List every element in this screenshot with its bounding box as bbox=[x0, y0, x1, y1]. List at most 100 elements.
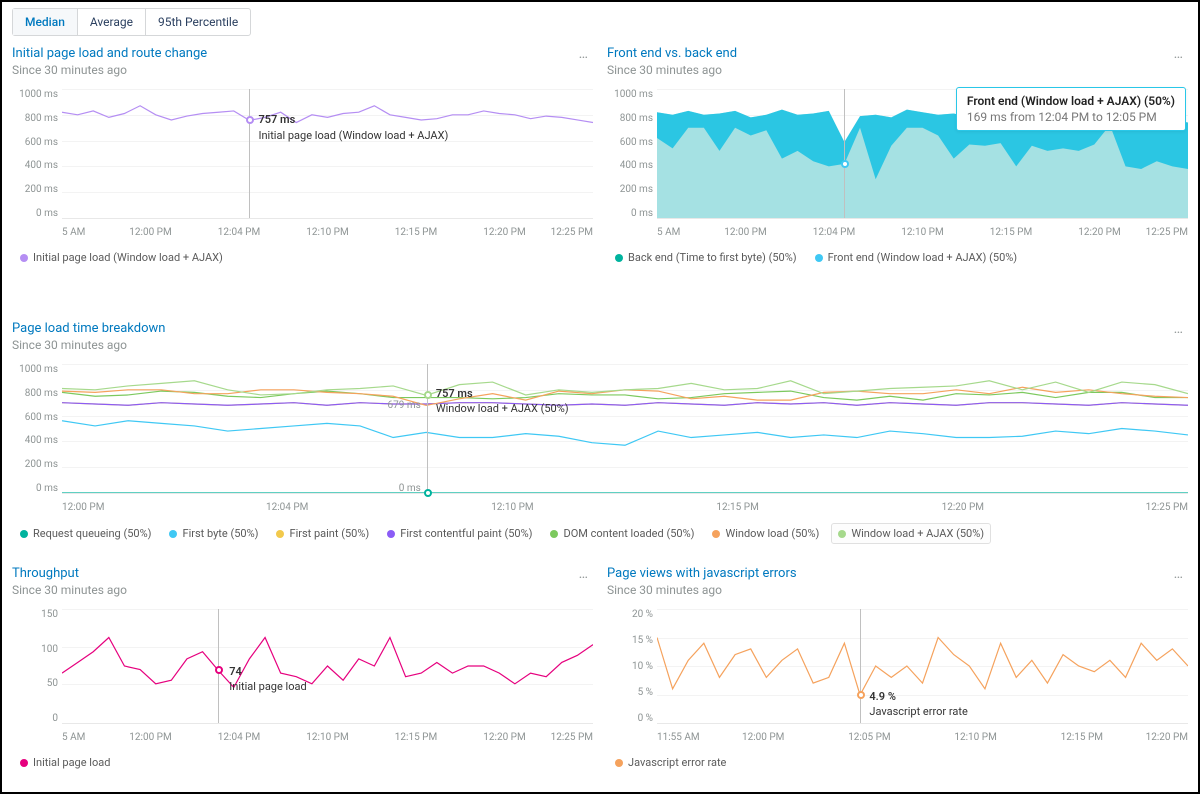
y-tick: 0 ms bbox=[12, 208, 58, 219]
x-tick: 12:04 PM bbox=[790, 227, 879, 238]
y-tick: 5 % bbox=[607, 687, 653, 698]
metric-tabs: Median Average 95th Percentile bbox=[12, 8, 251, 36]
legend-dot bbox=[615, 759, 623, 767]
zero-tick: 0 ms bbox=[399, 483, 427, 494]
panel-title[interactable]: Page views with javascript errors bbox=[607, 566, 797, 581]
panel-title[interactable]: Front end vs. back end bbox=[607, 46, 737, 61]
legend-item[interactable]: Initial page load (Window load + AJAX) bbox=[14, 248, 229, 267]
y-tick: 0 % bbox=[607, 713, 653, 724]
legend-item[interactable]: Initial page load bbox=[14, 753, 116, 772]
crosshair-desc: Initial page load bbox=[229, 680, 306, 693]
legend-label: Request queueing (50%) bbox=[33, 527, 151, 540]
y-tick: 600 ms bbox=[12, 137, 58, 148]
legend-item[interactable]: First paint (50%) bbox=[270, 523, 375, 544]
y-tick: 1000 ms bbox=[607, 89, 653, 100]
y-tick: 600 ms bbox=[607, 137, 653, 148]
x-tick: 12:25 PM bbox=[549, 732, 593, 743]
crosshair-value: 757 ms bbox=[436, 387, 473, 400]
x-tick: 12:25 PM bbox=[1144, 227, 1188, 238]
x-tick: 5 AM bbox=[62, 227, 106, 238]
panel-title[interactable]: Page load time breakdown bbox=[12, 321, 165, 336]
legend-item[interactable]: Request queueing (50%) bbox=[14, 523, 157, 544]
y-tick: 200 ms bbox=[12, 184, 58, 195]
legend-item[interactable]: Front end (Window load + AJAX) (50%) bbox=[809, 248, 1024, 267]
x-tick: 12:00 PM bbox=[710, 732, 816, 743]
x-tick: 5 AM bbox=[62, 732, 106, 743]
y-tick: 10 % bbox=[607, 661, 653, 672]
more-icon[interactable]: … bbox=[575, 566, 593, 582]
chart-area[interactable]: Front end (Window load + AJAX) (50%) 169… bbox=[657, 89, 1188, 219]
y-tick: 0 ms bbox=[607, 208, 653, 219]
chart-area[interactable]: 757 ms Initial page load (Window load + … bbox=[62, 89, 593, 219]
more-icon[interactable]: … bbox=[575, 46, 593, 62]
legend-item[interactable]: First byte (50%) bbox=[163, 523, 264, 544]
x-tick: 12:00 PM bbox=[106, 732, 195, 743]
y-tick: 800 ms bbox=[12, 388, 58, 399]
x-tick: 12:15 PM bbox=[372, 732, 461, 743]
y-tick: 200 ms bbox=[12, 459, 58, 470]
y-tick: 100 bbox=[12, 644, 58, 655]
y-tick: 400 ms bbox=[12, 435, 58, 446]
panel-subtitle: Since 30 minutes ago bbox=[607, 63, 737, 77]
legend-item[interactable]: First contentful paint (50%) bbox=[381, 523, 538, 544]
legend-dot bbox=[712, 530, 720, 538]
panel-subtitle: Since 30 minutes ago bbox=[12, 583, 127, 597]
x-tick: 12:04 PM bbox=[175, 502, 400, 513]
legend-label: First paint (50%) bbox=[289, 527, 369, 540]
more-icon[interactable]: … bbox=[1170, 321, 1188, 337]
legend-dot bbox=[169, 530, 177, 538]
x-tick: 12:00 PM bbox=[701, 227, 790, 238]
x-tick: 12:10 PM bbox=[878, 227, 967, 238]
chart-area[interactable]: 679 ms 757 ms Window load + AJAX (50%) 0… bbox=[62, 364, 1188, 494]
y-tick: 1000 ms bbox=[12, 364, 58, 375]
x-tick: 12:00 PM bbox=[106, 227, 195, 238]
x-tick: 12:00 PM bbox=[62, 502, 175, 513]
legend-dot bbox=[615, 254, 623, 262]
secondary-tick: 679 ms bbox=[388, 400, 427, 411]
more-icon[interactable]: … bbox=[1170, 566, 1188, 582]
more-icon[interactable]: … bbox=[1170, 46, 1188, 62]
y-tick: 200 ms bbox=[607, 184, 653, 195]
legend-dot bbox=[815, 254, 823, 262]
chart-area[interactable]: 74 Initial page load bbox=[62, 609, 593, 724]
y-tick: 800 ms bbox=[607, 113, 653, 124]
panel-subtitle: Since 30 minutes ago bbox=[12, 63, 207, 77]
y-tick: 15 % bbox=[607, 635, 653, 646]
x-tick: 12:25 PM bbox=[549, 227, 593, 238]
x-tick: 12:10 PM bbox=[923, 732, 1029, 743]
legend-label: Initial page load bbox=[33, 756, 110, 769]
tab-p95[interactable]: 95th Percentile bbox=[146, 9, 250, 35]
panel-title[interactable]: Throughput bbox=[12, 566, 127, 581]
legend-item[interactable]: Window load + AJAX (50%) bbox=[831, 523, 991, 544]
legend-dot bbox=[276, 530, 284, 538]
chart-area[interactable]: 4.9 % Javascript error rate bbox=[657, 609, 1188, 724]
legend-label: Front end (Window load + AJAX) (50%) bbox=[828, 251, 1018, 264]
legend-dot bbox=[20, 254, 28, 262]
legend-item[interactable]: Window load (50%) bbox=[706, 523, 825, 544]
legend-label: Window load + AJAX (50%) bbox=[851, 527, 984, 540]
crosshair-desc: Window load + AJAX (50%) bbox=[436, 402, 569, 415]
legend-item[interactable]: DOM content loaded (50%) bbox=[544, 523, 700, 544]
x-tick: 12:10 PM bbox=[283, 732, 372, 743]
x-tick: 12:15 PM bbox=[967, 227, 1056, 238]
x-tick: 12:15 PM bbox=[372, 227, 461, 238]
x-tick: 12:20 PM bbox=[1135, 732, 1188, 743]
legend-label: First contentful paint (50%) bbox=[400, 527, 532, 540]
x-tick: 11:55 AM bbox=[657, 732, 710, 743]
legend-label: Initial page load (Window load + AJAX) bbox=[33, 251, 223, 264]
x-tick: 12:20 PM bbox=[1055, 227, 1144, 238]
legend-item[interactable]: Javascript error rate bbox=[609, 753, 732, 772]
x-tick: 12:04 PM bbox=[195, 732, 284, 743]
tab-average[interactable]: Average bbox=[78, 9, 146, 35]
legend-label: Window load (50%) bbox=[725, 527, 819, 540]
x-tick: 12:05 PM bbox=[816, 732, 922, 743]
y-tick: 600 ms bbox=[12, 412, 58, 423]
x-tick: 12:04 PM bbox=[195, 227, 284, 238]
panel-subtitle: Since 30 minutes ago bbox=[607, 583, 797, 597]
legend-item[interactable]: Back end (Time to first byte) (50%) bbox=[609, 248, 803, 267]
legend-dot bbox=[20, 530, 28, 538]
panel-title[interactable]: Initial page load and route change bbox=[12, 46, 207, 61]
crosshair-value: 4.9 % bbox=[869, 690, 896, 703]
tab-median[interactable]: Median bbox=[13, 9, 78, 35]
y-tick: 0 ms bbox=[12, 483, 58, 494]
